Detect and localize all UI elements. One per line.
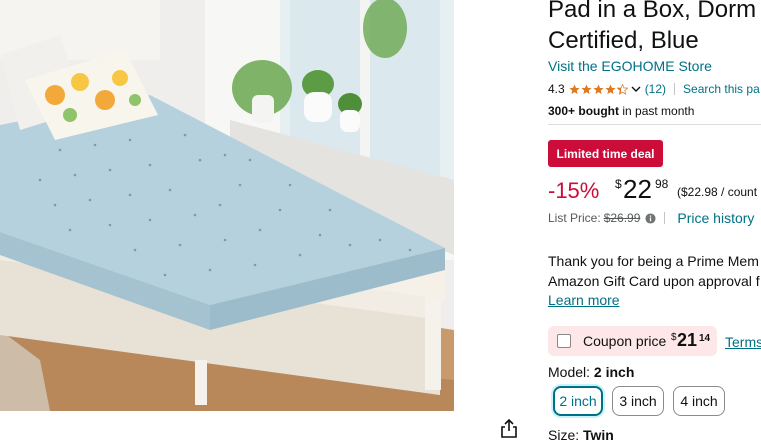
discount-percent: -15% bbox=[548, 178, 600, 203]
rating-value: 4.3 bbox=[548, 82, 565, 96]
star-full-icon bbox=[569, 83, 580, 94]
chevron-down-icon bbox=[631, 86, 641, 92]
share-icon[interactable] bbox=[500, 418, 518, 438]
star-full-icon bbox=[605, 83, 616, 94]
model-selector-label: Model: 2 inch bbox=[548, 364, 634, 380]
price-fraction: 98 bbox=[655, 177, 669, 191]
model-label-text: Model: bbox=[548, 364, 591, 380]
store-link[interactable]: Visit the EGOHOME Store bbox=[548, 58, 712, 74]
learn-more-link[interactable]: Learn more bbox=[548, 292, 620, 308]
model-option-3-inch[interactable]: 3 inch bbox=[612, 386, 664, 416]
product-title-line-2: Certified, Blue bbox=[548, 27, 699, 54]
separator bbox=[664, 212, 666, 224]
coupon-checkbox[interactable] bbox=[557, 334, 571, 348]
unit-price: ($22.98 / count bbox=[677, 185, 758, 199]
coupon-price-whole: 21 bbox=[677, 330, 698, 350]
prime-offer-line-2: Amazon Gift Card upon approval f bbox=[548, 273, 760, 289]
prime-offer-text: Thank you for being a Prime Mem Amazon G… bbox=[548, 251, 760, 291]
product-main-image[interactable] bbox=[0, 0, 454, 411]
list-price-label: List Price: bbox=[548, 211, 601, 225]
price-history-link[interactable]: Price history bbox=[677, 210, 754, 226]
rating-count-link[interactable]: (12) bbox=[645, 82, 666, 96]
info-icon[interactable] bbox=[645, 212, 656, 224]
separator bbox=[674, 83, 676, 95]
bought-period: in past month bbox=[619, 104, 695, 118]
price-currency: $ bbox=[615, 177, 622, 191]
coupon-price-fraction: 14 bbox=[699, 333, 711, 344]
star-full-icon bbox=[581, 83, 592, 94]
bought-in-past-month: 300+ bought in past month bbox=[548, 104, 694, 118]
product-title-line-1: Pad in a Box, Dorm bbox=[548, 0, 757, 23]
list-price-row: List Price: $26.99 Price history bbox=[548, 210, 754, 226]
product-photo-illustration bbox=[0, 0, 454, 411]
list-price-value: $26.99 bbox=[603, 211, 641, 225]
rating-row: 4.3 (12) Search this pa bbox=[548, 81, 760, 97]
model-selected-value: 2 inch bbox=[593, 364, 635, 380]
model-option-4-inch[interactable]: 4 inch bbox=[673, 386, 725, 416]
limited-time-deal-badge: Limited time deal bbox=[548, 140, 663, 167]
search-this-page-link[interactable]: Search this pa bbox=[683, 82, 760, 96]
coupon-currency: $ bbox=[671, 332, 677, 343]
product-title: Pad in a Box, Dorm Certified, Blue bbox=[548, 0, 756, 56]
model-option-2-inch[interactable]: 2 inch bbox=[553, 386, 603, 416]
prime-offer-line-1: Thank you for being a Prime Mem bbox=[548, 253, 759, 269]
star-full-icon bbox=[593, 83, 604, 94]
star-rating[interactable] bbox=[569, 83, 641, 95]
star-partial-icon bbox=[616, 83, 628, 95]
section-divider bbox=[548, 124, 761, 125]
coupon-terms-link[interactable]: Terms bbox=[725, 334, 761, 350]
coupon-label: Coupon price bbox=[583, 333, 667, 349]
price-whole: 22 bbox=[623, 174, 652, 204]
bought-count: 300+ bought bbox=[548, 104, 620, 118]
